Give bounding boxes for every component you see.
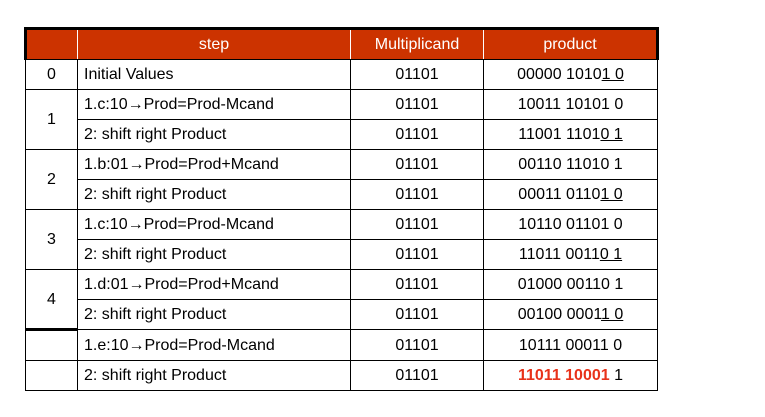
- product-cell: 11011 00110 1: [483, 239, 658, 270]
- header-product: product: [483, 27, 659, 60]
- iteration-cell: 0: [25, 59, 78, 90]
- iteration-cell: 3: [25, 209, 78, 270]
- product-text: 11011 0011: [518, 246, 600, 263]
- table-row: 2: shift right Product 01101 11011 00110…: [26, 239, 658, 270]
- multiplicand-cell: 01101: [350, 59, 484, 90]
- multiplicand-cell: 01101: [350, 299, 484, 330]
- table-row: 4 1.d:01→Prod=Prod+Mcand 01101 01000 001…: [25, 269, 658, 331]
- product-underlined-bits: 1 0: [601, 306, 624, 323]
- booth-multiplication-table: step Multiplicand product 0 Initial Valu…: [24, 27, 659, 391]
- iteration-cell: [25, 360, 78, 391]
- table-row: 2 1.b:01→Prod=Prod+Mcand 01101 00110 110…: [25, 149, 658, 210]
- product-cell: 00110 11010 1: [483, 149, 658, 180]
- multiplicand-cell: 01101: [350, 209, 484, 240]
- multiplicand-cell: 01101: [350, 239, 484, 270]
- product-cell: 00100 00011 0: [483, 299, 658, 330]
- header-row: step Multiplicand product: [24, 27, 659, 60]
- iteration-cell: 4: [25, 269, 78, 331]
- product-cell: 00000 10101 0: [483, 59, 658, 90]
- iteration-cell: 2: [25, 149, 78, 210]
- step-cell: 2: shift right Product: [77, 119, 351, 150]
- multiplicand-cell: 01101: [350, 149, 484, 180]
- table-row: 2: shift right Product 01101 00100 00011…: [26, 299, 658, 330]
- product-text: 1: [609, 367, 623, 384]
- multiplicand-cell: 01101: [350, 119, 484, 150]
- product-cell: 10011 10101 0: [483, 89, 658, 120]
- product-cell: 10110 01101 0: [483, 209, 658, 240]
- multiplicand-cell: 01101: [350, 179, 484, 210]
- product-cell: 10111 00011 0: [483, 329, 658, 361]
- step-cell: 1.e:10→Prod=Prod-Mcand: [77, 329, 351, 361]
- final-product-highlight: 11011 10001: [517, 367, 610, 384]
- table-row: 0 Initial Values 01101 00000 10101 0: [25, 59, 658, 90]
- product-underlined-bits: 1 0: [601, 66, 624, 83]
- iteration-cell: [25, 329, 78, 361]
- step-cell: 2: shift right Product: [77, 239, 351, 270]
- table-row: 2: shift right Product 01101 11001 11010…: [26, 119, 658, 150]
- product-text: 00100 0001: [517, 306, 602, 323]
- table-row: 2: shift right Product 01101 11011 10001…: [25, 360, 658, 391]
- step-cell: Initial Values: [77, 59, 351, 90]
- multiplicand-cell: 01101: [350, 329, 484, 361]
- product-underlined-bits: 0 1: [600, 126, 623, 143]
- step-cell: 1.d:01→Prod=Prod+Mcand: [77, 269, 351, 300]
- step-cell: 1.c:10→Prod=Prod-Mcand: [77, 209, 351, 240]
- product-cell: 11011 10001 1: [483, 360, 658, 391]
- iteration-cell: 1: [25, 89, 78, 150]
- step-cell: 2: shift right Product: [77, 179, 351, 210]
- header-step: step: [77, 27, 351, 60]
- table-row: 2: shift right Product 01101 00011 01101…: [26, 179, 658, 210]
- header-iteration: [24, 27, 78, 60]
- product-cell: 11001 11010 1: [483, 119, 658, 150]
- step-cell: 1.b:01→Prod=Prod+Mcand: [77, 149, 351, 180]
- table-row: 3 1.c:10→Prod=Prod-Mcand 01101 10110 011…: [25, 209, 658, 270]
- product-underlined-bits: 0 1: [599, 246, 623, 263]
- product-text: 11001 1101: [518, 126, 601, 143]
- step-cell: 2: shift right Product: [77, 299, 351, 330]
- table-row: 1 1.c:10→Prod=Prod-Mcand 01101 10011 101…: [25, 89, 658, 150]
- step-cell: 2: shift right Product: [77, 360, 351, 391]
- multiplicand-cell: 01101: [350, 269, 484, 300]
- product-cell: 00011 01101 0: [483, 179, 658, 210]
- multiplicand-cell: 01101: [350, 360, 484, 391]
- header-multiplicand: Multiplicand: [350, 27, 484, 60]
- product-text: 00011 0110: [518, 186, 601, 203]
- product-text: 00000 1010: [517, 66, 602, 83]
- table-row: 1.e:10→Prod=Prod-Mcand 01101 10111 00011…: [25, 329, 658, 361]
- product-cell: 01000 00110 1: [483, 269, 658, 300]
- multiplicand-cell: 01101: [350, 89, 484, 120]
- product-underlined-bits: 1 0: [600, 186, 623, 203]
- step-cell: 1.c:10→Prod=Prod-Mcand: [77, 89, 351, 120]
